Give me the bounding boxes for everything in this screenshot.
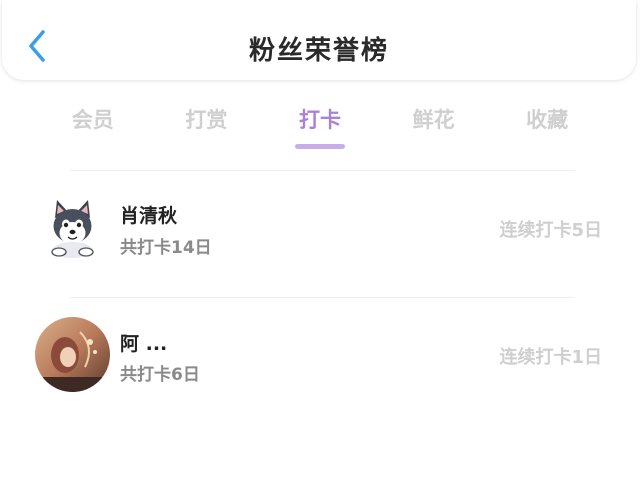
tab-bar: 会员 打赏 打卡 鲜花 收藏	[36, 100, 604, 152]
page-title: 粉丝荣誉榜	[248, 36, 389, 66]
fan-row[interactable]: 肖清秋 共打卡14日 连续打卡5日	[0, 178, 640, 278]
avatar[interactable]	[35, 188, 110, 263]
total-checkin-days: 共打卡14日	[120, 238, 212, 258]
tab-checkin[interactable]: 打卡	[263, 100, 377, 152]
tab-label: 打卡	[298, 108, 341, 132]
streak-checkin-days: 连续打卡5日	[499, 220, 602, 241]
tab-label: 鲜花	[412, 108, 455, 132]
tab-rewards[interactable]: 打赏	[150, 100, 264, 152]
divider	[70, 170, 575, 171]
total-checkin-days: 共打卡6日	[120, 365, 200, 385]
tab-favorites[interactable]: 收藏	[490, 100, 604, 152]
tab-flowers[interactable]: 鲜花	[377, 100, 491, 152]
top-bar: 粉丝荣誉榜	[2, 0, 636, 80]
avatar[interactable]	[35, 317, 110, 392]
tab-label: 打赏	[185, 108, 228, 132]
fan-row[interactable]: 阿 ... 共打卡6日 连续打卡1日	[0, 305, 640, 405]
anime-avatar-icon	[35, 317, 110, 392]
streak-checkin-days: 连续打卡1日	[499, 347, 602, 368]
divider	[70, 297, 575, 298]
husky-avatar-icon	[35, 188, 110, 263]
fan-name: 阿 ...	[120, 333, 168, 355]
tab-label: 收藏	[526, 108, 569, 132]
active-tab-indicator	[294, 144, 345, 149]
fan-name: 肖清秋	[120, 205, 178, 227]
tab-label: 会员	[71, 108, 114, 132]
tab-membership[interactable]: 会员	[36, 100, 150, 152]
